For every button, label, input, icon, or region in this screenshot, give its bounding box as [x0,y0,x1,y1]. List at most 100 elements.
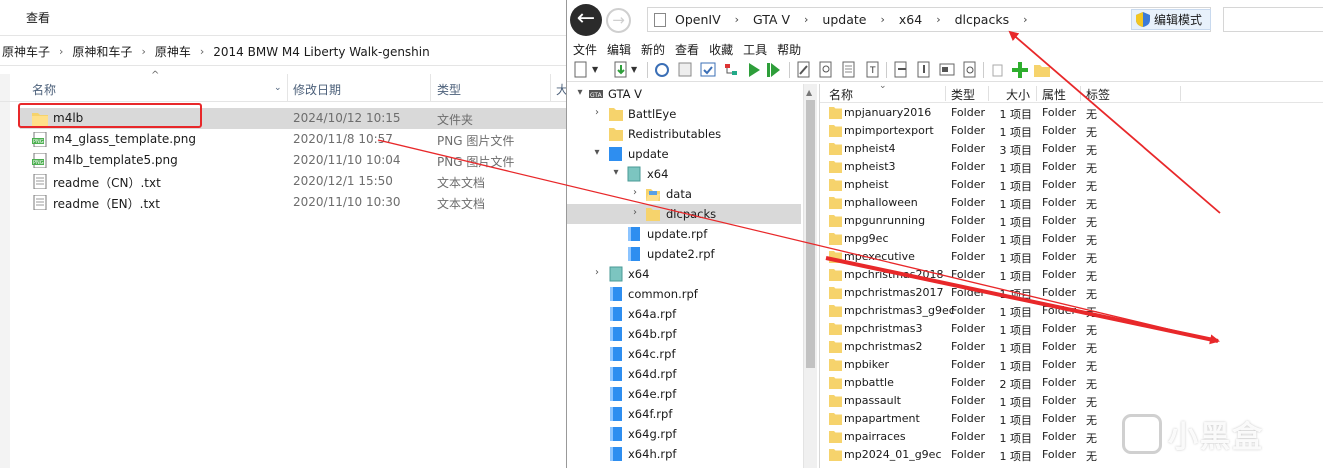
menu-new[interactable]: 新的 [641,41,665,58]
menu-tools[interactable]: 工具 [743,41,767,58]
tree-node-selected[interactable]: › dlcpacks [567,204,801,224]
list-item[interactable]: mpassault Folder 1 项目 Folder 无 [820,392,1323,410]
list-item[interactable]: mpchristmas3 Folder 1 项目 Folder 无 [820,320,1323,338]
text-icon[interactable]: T [865,61,881,78]
address-separator-icon[interactable]: › [721,13,753,26]
list-item[interactable]: mpbiker Folder 1 项目 Folder 无 [820,356,1323,374]
new-file-icon[interactable] [573,61,589,78]
tree-node[interactable]: x64d.rpf [567,364,801,384]
scroll-up-icon[interactable]: ▲ [806,88,812,97]
address-segment[interactable]: OpenIV [675,12,721,27]
menu-favorites[interactable]: 收藏 [709,41,733,58]
tree-node[interactable]: x64a.rpf [567,304,801,324]
edit-mode-button[interactable]: 编辑模式 [1131,9,1211,30]
tree-node[interactable]: x64g.rpf [567,424,801,444]
expand-icon[interactable]: › [630,187,640,198]
list-item[interactable]: mpheist4 Folder 3 项目 Folder 无 [820,140,1323,158]
expand-icon[interactable]: › [592,107,602,118]
menu-edit[interactable]: 编辑 [607,41,631,58]
list-item[interactable]: mpchristmas2018 Folder 1 项目 Folder 无 [820,266,1323,284]
column-header-name[interactable]: 名称 [32,81,56,98]
new-folder-icon[interactable] [1034,61,1050,78]
list-item[interactable]: mpjanuary2016 Folder 1 项目 Folder 无 [820,104,1323,122]
column-divider[interactable] [287,74,288,102]
scrollbar-thumb[interactable] [806,100,815,368]
breadcrumb-separator-icon[interactable]: › [134,45,152,58]
list-item[interactable]: mphalloween Folder 1 项目 Folder 无 [820,194,1323,212]
list-item[interactable]: mpheist3 Folder 1 项目 Folder 无 [820,158,1323,176]
dropdown-arrow-icon[interactable]: ▼ [592,65,598,74]
play-icon[interactable] [746,61,762,78]
list-item[interactable]: mpexecutive Folder 1 项目 Folder 无 [820,248,1323,266]
address-separator-icon[interactable]: › [866,13,898,26]
list-item[interactable]: mpchristmas2 Folder 1 项目 Folder 无 [820,338,1323,356]
link-icon[interactable] [654,61,670,78]
list-item[interactable]: mpchristmas3_g9ec Folder 1 项目 Folder 无 [820,302,1323,320]
tree-node[interactable]: ▾ x64 [567,164,801,184]
document-icon[interactable] [841,61,857,78]
breadcrumb-segment[interactable]: 原神车子 [0,43,52,60]
search-input[interactable] [1223,7,1323,32]
tree-scrollbar[interactable]: ▲ [803,84,817,468]
tree-node[interactable]: › BattlEye [567,104,801,124]
column-divider[interactable] [1036,86,1037,101]
list-header-size[interactable]: 大小 [1006,86,1030,103]
list-header-tag[interactable]: 标签 [1086,86,1110,103]
import-icon[interactable] [613,61,629,78]
list-item[interactable]: mpg9ec Folder 1 项目 Folder 无 [820,230,1323,248]
expand-icon[interactable]: › [630,207,640,218]
export-icon[interactable] [893,61,909,78]
expand-icon[interactable]: › [592,267,602,278]
file-row[interactable]: PNG m4lb_template5.png 2020/11/10 10:04 … [20,150,566,171]
replace-icon[interactable] [939,61,955,78]
address-segment[interactable]: update [822,12,866,27]
list-header-attr[interactable]: 属性 [1042,86,1066,103]
menu-file[interactable]: 文件 [573,41,597,58]
play-all-icon[interactable] [766,61,782,78]
list-header-type[interactable]: 类型 [951,86,975,103]
column-header-size[interactable]: 大 [556,81,566,98]
tree-node[interactable]: › x64 [567,264,801,284]
hash-icon[interactable] [677,61,693,78]
address-separator-icon[interactable]: › [1009,13,1041,26]
collapse-icon[interactable]: ▾ [575,87,585,98]
column-divider[interactable] [430,74,431,102]
menu-view[interactable]: 查看 [675,41,699,58]
address-segment[interactable]: dlcpacks [955,12,1010,27]
refresh-icon[interactable] [962,61,978,78]
search-file-icon[interactable] [818,61,834,78]
column-divider[interactable] [1080,86,1081,101]
address-bar[interactable]: OpenIV › GTA V › update › x64 › dlcpacks… [647,7,1211,32]
tree-node[interactable]: x64b.rpf [567,324,801,344]
breadcrumb-segment[interactable]: 2014 BMW M4 Liberty Walk-genshin [211,45,431,59]
file-row[interactable]: readme（EN）.txt 2020/11/10 10:30 文本文档 [20,192,566,213]
tree-node[interactable]: x64e.rpf [567,384,801,404]
tree-node[interactable]: Redistributables [567,124,801,144]
column-divider[interactable] [988,86,989,101]
back-button[interactable]: ← [570,4,602,36]
menu-help[interactable]: 帮助 [777,41,801,58]
column-divider[interactable] [945,86,946,101]
tree-node[interactable]: x64f.rpf [567,404,801,424]
list-item[interactable]: mpheist Folder 1 项目 Folder 无 [820,176,1323,194]
column-header-type[interactable]: 类型 [437,81,461,98]
list-item[interactable]: mpgunrunning Folder 1 项目 Folder 无 [820,212,1323,230]
breadcrumb-segment[interactable]: 原神和车子 [70,43,134,60]
column-divider[interactable] [1180,86,1181,101]
address-separator-icon[interactable]: › [790,13,822,26]
column-header-date[interactable]: 修改日期 [293,81,341,98]
breadcrumb-segment[interactable]: 原神车 [153,43,193,60]
file-row[interactable]: readme（CN）.txt 2020/12/1 15:50 文本文档 [20,171,566,192]
tree-node[interactable]: ▾ GTA GTA V [567,84,801,104]
tree-node[interactable]: x64h.rpf [567,444,801,464]
tree-node[interactable]: ▾ update [567,144,801,164]
tree-icon[interactable] [723,61,739,78]
forward-button[interactable]: → [606,8,631,33]
collapse-icon[interactable]: ▾ [611,167,621,178]
extract-icon[interactable] [916,61,932,78]
ribbon-tab-view[interactable]: 查看 [26,9,50,26]
tree-node[interactable]: x64c.rpf [567,344,801,364]
tree-node[interactable]: › data [567,184,801,204]
file-row[interactable]: PNG m4_glass_template.png 2020/11/8 10:5… [20,129,566,150]
column-filter-chevron-icon[interactable]: ⌄ [274,83,282,93]
